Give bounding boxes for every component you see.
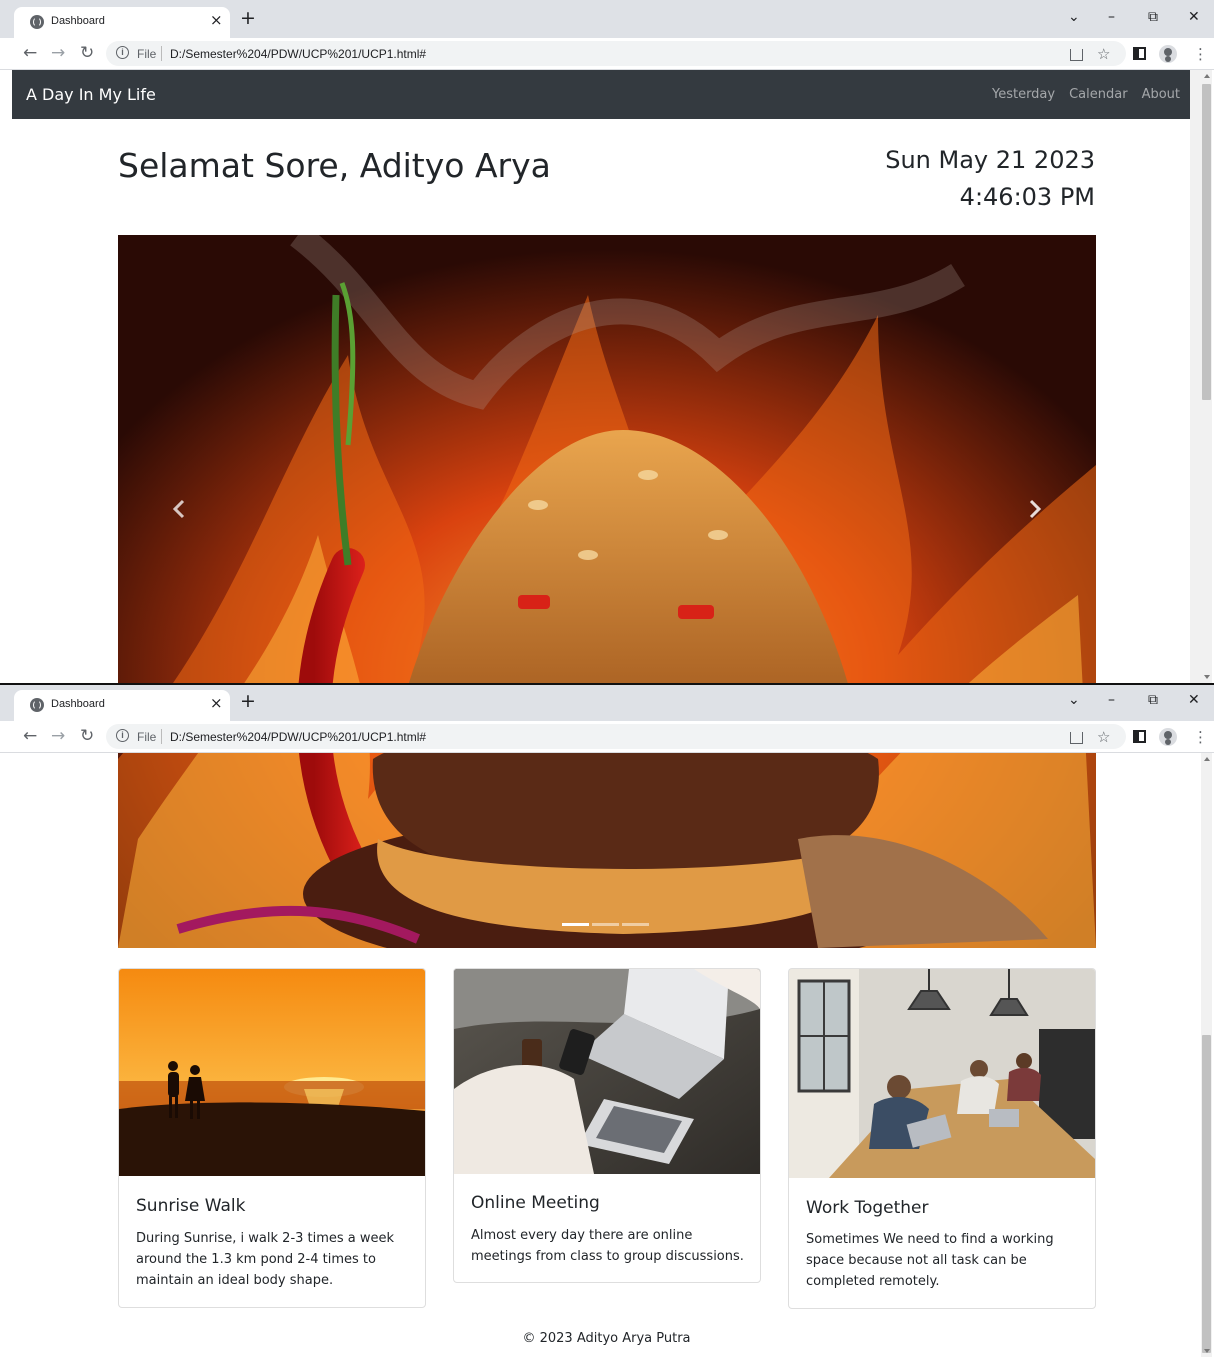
- tab-title: Dashboard: [51, 15, 105, 27]
- carousel-indicator-2[interactable]: [592, 923, 619, 926]
- profile-avatar-icon[interactable]: [1159, 45, 1177, 63]
- address-prefix: File: [137, 47, 157, 61]
- address-prefix: File: [137, 730, 157, 744]
- card-sunrise-walk: Sunrise Walk During Sunrise, i walk 2-3 …: [118, 968, 426, 1308]
- navbar-brand[interactable]: A Day In My Life: [26, 85, 156, 104]
- screenshot-divider: [0, 683, 1214, 685]
- chevron-right-icon[interactable]: [1022, 497, 1046, 521]
- navbar-links: Yesterday Calendar About: [992, 87, 1180, 102]
- scroll-up-icon[interactable]: [1204, 757, 1210, 761]
- browser-tab[interactable]: Dashboard ×: [14, 690, 230, 721]
- kebab-menu-icon[interactable]: ⋮: [1193, 728, 1208, 746]
- card-text: Almost every day there are online meetin…: [471, 1228, 744, 1264]
- kebab-menu-icon[interactable]: ⋮: [1193, 45, 1208, 63]
- image-carousel[interactable]: [118, 235, 1096, 683]
- nav-link-about[interactable]: About: [1142, 87, 1180, 102]
- carousel-indicators: [562, 923, 649, 926]
- browser-window-top: Dashboard × + ⌄ – ⧉ ✕ ← → ↻ i File D:/Se…: [0, 0, 1214, 683]
- page-title: Selamat Sore, Adityo Arya: [118, 146, 551, 185]
- minimize-button[interactable]: –: [1108, 692, 1115, 708]
- info-icon[interactable]: i: [116, 729, 129, 742]
- page-scrollbar[interactable]: [1201, 753, 1212, 1357]
- card-online-meeting: Online Meeting Almost every day there ar…: [453, 968, 761, 1283]
- close-window-button[interactable]: ✕: [1188, 692, 1200, 708]
- page-viewport: Sunrise Walk During Sunrise, i walk 2-3 …: [12, 753, 1201, 1357]
- page-footer: © 2023 Adityo Arya Putra: [522, 1331, 691, 1346]
- card-text: During Sunrise, i walk 2-3 times a week …: [136, 1231, 395, 1288]
- current-time: 4:46:03 PM: [959, 183, 1095, 211]
- page-viewport: A Day In My Life Yesterday Calendar Abou…: [12, 70, 1201, 683]
- burger-slide-image: [118, 235, 1096, 683]
- current-date: Sun May 21 2023: [885, 146, 1095, 174]
- side-panel-icon[interactable]: [1133, 730, 1146, 743]
- address-bar[interactable]: i File D:/Semester%204/PDW/UCP%201/UCP1.…: [106, 724, 1126, 749]
- toolbar: ← → ↻ i File D:/Semester%204/PDW/UCP%201…: [0, 38, 1214, 70]
- scroll-up-icon[interactable]: [1204, 74, 1210, 78]
- card-work-together: Work Together Sometimes We need to find …: [788, 968, 1096, 1309]
- side-panel-icon[interactable]: [1133, 47, 1146, 60]
- site-navbar: A Day In My Life Yesterday Calendar Abou…: [12, 70, 1201, 119]
- chevron-left-icon[interactable]: [168, 497, 192, 521]
- new-tab-button[interactable]: +: [240, 8, 256, 28]
- sunset-beach-image: [119, 969, 425, 1176]
- reload-button[interactable]: ↻: [80, 43, 94, 63]
- bookmark-star-icon[interactable]: ☆: [1097, 728, 1110, 746]
- share-icon[interactable]: [1070, 732, 1083, 744]
- profile-avatar-icon[interactable]: [1159, 728, 1177, 746]
- card-title: Online Meeting: [471, 1193, 600, 1213]
- image-carousel[interactable]: [118, 753, 1096, 948]
- tab-search-icon[interactable]: ⌄: [1068, 692, 1080, 708]
- scroll-down-icon[interactable]: [1204, 675, 1210, 679]
- nav-link-calendar[interactable]: Calendar: [1069, 87, 1127, 102]
- toolbar: ← → ↻ i File D:/Semester%204/PDW/UCP%201…: [0, 721, 1214, 753]
- tab-search-icon[interactable]: ⌄: [1068, 9, 1080, 25]
- scroll-thumb[interactable]: [1202, 84, 1211, 400]
- nav-link-yesterday[interactable]: Yesterday: [992, 87, 1055, 102]
- share-icon[interactable]: [1070, 49, 1083, 61]
- reload-button[interactable]: ↻: [80, 726, 94, 746]
- tab-strip: Dashboard × + ⌄ – ⧉ ✕: [0, 0, 1214, 38]
- address-url[interactable]: D:/Semester%204/PDW/UCP%201/UCP1.html#: [170, 47, 426, 61]
- page-scrollbar[interactable]: [1201, 70, 1212, 683]
- bookmark-star-icon[interactable]: ☆: [1097, 45, 1110, 63]
- tab-strip: Dashboard × + ⌄ – ⧉ ✕: [0, 683, 1214, 721]
- close-tab-icon[interactable]: ×: [210, 694, 223, 712]
- address-bar[interactable]: i File D:/Semester%204/PDW/UCP%201/UCP1.…: [106, 41, 1126, 66]
- card-title: Work Together: [806, 1198, 929, 1218]
- scroll-thumb[interactable]: [1202, 1035, 1211, 1353]
- online-meeting-image: [454, 969, 760, 1174]
- forward-button[interactable]: →: [51, 726, 65, 746]
- minimize-button[interactable]: –: [1108, 9, 1115, 25]
- forward-button[interactable]: →: [51, 43, 65, 63]
- card-title: Sunrise Walk: [136, 1196, 246, 1216]
- card-text: Sometimes We need to find a working spac…: [806, 1232, 1054, 1289]
- tab-title: Dashboard: [51, 698, 105, 710]
- new-tab-button[interactable]: +: [240, 691, 256, 711]
- address-divider: [161, 46, 162, 61]
- restore-button[interactable]: ⧉: [1148, 9, 1158, 25]
- address-divider: [161, 729, 162, 744]
- carousel-indicator-1[interactable]: [562, 923, 589, 926]
- carousel-indicator-3[interactable]: [622, 923, 649, 926]
- date-time: Sun May 21 2023 4:46:03 PM: [885, 142, 1095, 216]
- scrollbar[interactable]: [1190, 70, 1201, 683]
- browser-window-bottom: Dashboard × + ⌄ – ⧉ ✕ ← → ↻ i File D:/Se…: [0, 683, 1214, 1357]
- close-tab-icon[interactable]: ×: [210, 11, 223, 29]
- address-url[interactable]: D:/Semester%204/PDW/UCP%201/UCP1.html#: [170, 730, 426, 744]
- info-icon[interactable]: i: [116, 46, 129, 59]
- close-window-button[interactable]: ✕: [1188, 9, 1200, 25]
- burger-slide-image: [118, 753, 1096, 948]
- scroll-down-icon[interactable]: [1204, 1349, 1210, 1353]
- globe-icon: [30, 15, 44, 29]
- back-button[interactable]: ←: [23, 43, 37, 63]
- coworking-image: [789, 969, 1095, 1178]
- globe-icon: [30, 698, 44, 712]
- browser-tab[interactable]: Dashboard ×: [14, 7, 230, 38]
- restore-button[interactable]: ⧉: [1148, 692, 1158, 708]
- back-button[interactable]: ←: [23, 726, 37, 746]
